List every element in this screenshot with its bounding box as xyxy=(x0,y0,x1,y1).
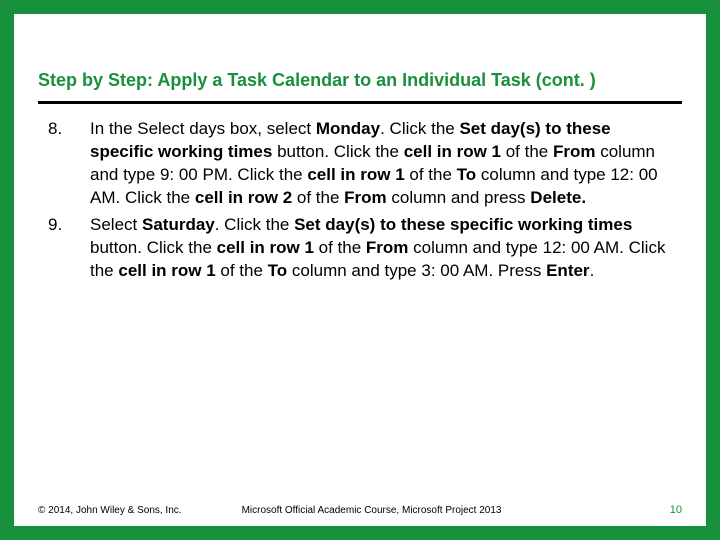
step-bold-text: cell in row 2 xyxy=(195,188,292,207)
step-text: column and type 3: 00 AM. Press xyxy=(287,261,546,280)
step-text: of the xyxy=(314,238,366,257)
step-text: of the xyxy=(501,142,553,161)
step-bold-text: To xyxy=(457,165,477,184)
step-text: . Click the xyxy=(215,215,294,234)
step-list: In the Select days box, select Monday. C… xyxy=(38,118,682,283)
step-text: In the Select days box, select xyxy=(90,119,316,138)
step-text: . xyxy=(590,261,595,280)
title-rule xyxy=(38,101,682,104)
step-text: of the xyxy=(405,165,457,184)
step-text: button. Click the xyxy=(90,238,217,257)
step-bold-text: Enter xyxy=(546,261,589,280)
slide-content: Step by Step: Apply a Task Calendar to a… xyxy=(38,70,682,506)
step-bold-text: From xyxy=(553,142,596,161)
slide-frame: Step by Step: Apply a Task Calendar to a… xyxy=(0,0,720,540)
step-item: In the Select days box, select Monday. C… xyxy=(48,118,676,210)
footer-copyright: © 2014, John Wiley & Sons, Inc. xyxy=(38,505,182,516)
step-bold-text: From xyxy=(344,188,387,207)
step-bold-text: From xyxy=(366,238,409,257)
step-text: . Click the xyxy=(380,119,459,138)
footer-course: Microsoft Official Academic Course, Micr… xyxy=(182,505,670,516)
step-item: Select Saturday. Click the Set day(s) to… xyxy=(48,214,676,283)
step-bold-text: cell in row 1 xyxy=(217,238,314,257)
step-bold-text: Saturday xyxy=(142,215,215,234)
step-text: button. Click the xyxy=(272,142,403,161)
step-text: of the xyxy=(292,188,344,207)
slide-title: Step by Step: Apply a Task Calendar to a… xyxy=(38,70,682,99)
step-bold-text: cell in row 1 xyxy=(307,165,404,184)
step-bold-text: Monday xyxy=(316,119,380,138)
step-bold-text: To xyxy=(268,261,288,280)
step-bold-text: Set day(s) to these specific working tim… xyxy=(294,215,632,234)
footer: © 2014, John Wiley & Sons, Inc. Microsof… xyxy=(38,504,682,516)
step-text: Select xyxy=(90,215,142,234)
footer-page-number: 10 xyxy=(670,504,682,516)
step-bold-text: cell in row 1 xyxy=(404,142,501,161)
step-text: of the xyxy=(216,261,268,280)
step-bold-text: cell in row 1 xyxy=(118,261,215,280)
step-bold-text: Delete. xyxy=(530,188,586,207)
step-text: column and press xyxy=(387,188,531,207)
